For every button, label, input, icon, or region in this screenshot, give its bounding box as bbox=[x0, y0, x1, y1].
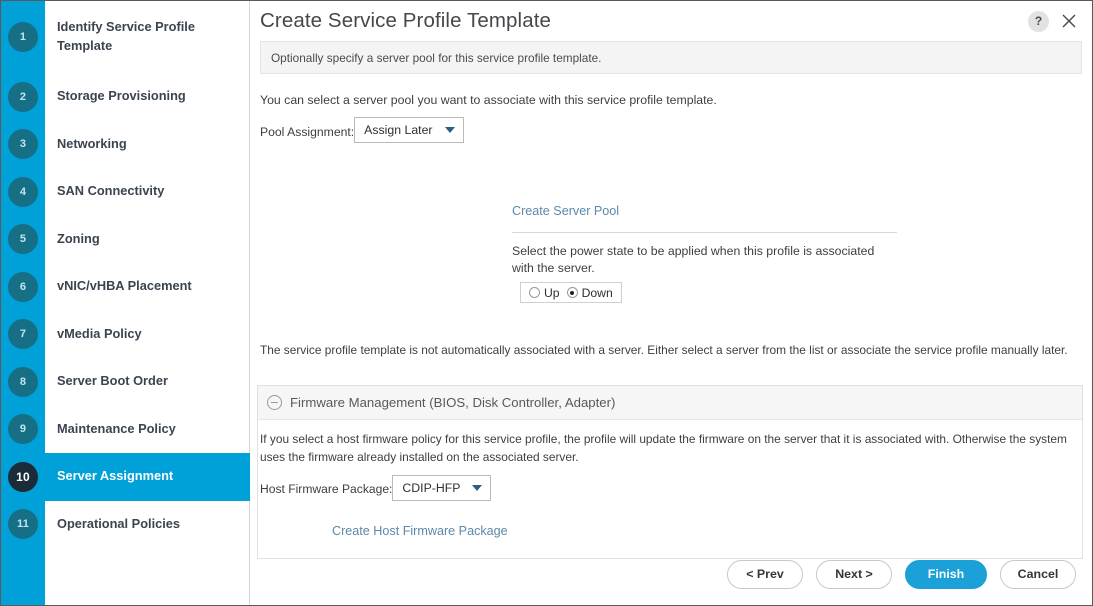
circle-minus-icon[interactable] bbox=[267, 395, 282, 410]
pool-assignment-row: Pool Assignment: Assign Later bbox=[260, 117, 1082, 143]
sidebar-item-label: SAN Connectivity bbox=[57, 183, 165, 199]
power-state-option-down[interactable]: Down bbox=[566, 285, 613, 300]
dialog-main: Create Service Profile Template ? Option… bbox=[250, 1, 1092, 605]
create-host-firmware-package-wrap: Create Host Firmware Package bbox=[260, 522, 1082, 540]
power-state-radio-group: Up Down bbox=[520, 282, 622, 304]
step-number-badge: 11 bbox=[8, 509, 38, 540]
pool-assignment-select[interactable]: Assign Later bbox=[354, 117, 464, 143]
finish-button[interactable]: Finish bbox=[905, 559, 987, 589]
sidebar-item-label: Storage Provisioning bbox=[57, 88, 186, 104]
wizard-sidebar: 1 Identify Service Profile Template 2 St… bbox=[1, 1, 250, 605]
host-firmware-package-value: CDIP-HFP bbox=[402, 481, 461, 496]
cancel-button[interactable]: Cancel bbox=[1000, 559, 1076, 589]
wizard-step-list: 1 Identify Service Profile Template 2 St… bbox=[1, 1, 250, 548]
step-number-badge: 10 bbox=[8, 461, 38, 492]
sidebar-item-label: Identify Service Profile Template bbox=[57, 19, 195, 53]
sidebar-item-server-boot-order[interactable]: 8 Server Boot Order bbox=[1, 358, 250, 406]
divider bbox=[512, 232, 897, 233]
host-firmware-package-select[interactable]: CDIP-HFP bbox=[392, 475, 492, 502]
server-pool-side-panel: Create Server Pool Select the power stat… bbox=[512, 202, 897, 304]
power-state-option-label: Down bbox=[581, 285, 613, 300]
step-number-badge: 4 bbox=[8, 176, 38, 207]
step-number-badge: 3 bbox=[8, 129, 38, 160]
sidebar-item-vmedia-policy[interactable]: 7 vMedia Policy bbox=[1, 311, 250, 359]
pool-assignment-value: Assign Later bbox=[364, 123, 433, 137]
sidebar-item-vnic-vhba-placement[interactable]: 6 vNIC/vHBA Placement bbox=[1, 263, 250, 311]
prev-button[interactable]: < Prev bbox=[727, 559, 803, 589]
firmware-management-body: If you select a host firmware policy for… bbox=[258, 420, 1082, 558]
sidebar-item-identify-service-profile-template[interactable]: 1 Identify Service Profile Template bbox=[1, 1, 250, 73]
sidebar-item-server-assignment[interactable]: 10 Server Assignment bbox=[1, 453, 250, 501]
sidebar-item-networking[interactable]: 3 Networking bbox=[1, 121, 250, 169]
close-icon[interactable] bbox=[1058, 10, 1080, 32]
step-number-badge: 9 bbox=[8, 414, 38, 445]
dialog-footer: < Prev Next > Finish Cancel bbox=[250, 543, 1092, 605]
page-title: Create Service Profile Template bbox=[260, 9, 551, 32]
association-note-text: The service profile template is not auto… bbox=[260, 343, 1068, 357]
step-number-badge: 2 bbox=[8, 81, 38, 112]
pool-assignment-label: Pool Assignment: bbox=[260, 125, 355, 139]
sidebar-item-label: vMedia Policy bbox=[57, 325, 142, 341]
dialog-subtitle-bar: Optionally specify a server pool for thi… bbox=[260, 41, 1082, 74]
power-state-option-up[interactable]: Up bbox=[529, 286, 560, 300]
sidebar-item-storage-provisioning[interactable]: 2 Storage Provisioning bbox=[1, 73, 250, 121]
intro-text: You can select a server pool you want to… bbox=[260, 93, 717, 107]
sidebar-item-label: vNIC/vHBA Placement bbox=[57, 278, 192, 294]
step-number-badge: 8 bbox=[8, 366, 38, 397]
step-number-badge: 1 bbox=[8, 22, 38, 52]
sidebar-item-label: Networking bbox=[57, 135, 127, 151]
step-number-badge: 7 bbox=[8, 319, 38, 350]
radio-selected-icon bbox=[566, 287, 578, 299]
power-state-description: Select the power state to be applied whe… bbox=[512, 244, 875, 275]
dialog-titlebar: Create Service Profile Template ? bbox=[250, 1, 1092, 41]
sidebar-item-maintenance-policy[interactable]: 9 Maintenance Policy bbox=[1, 406, 250, 454]
create-host-firmware-package-link[interactable]: Create Host Firmware Package bbox=[332, 524, 508, 538]
sidebar-item-label: Zoning bbox=[57, 230, 100, 246]
firmware-description: If you select a host firmware policy for… bbox=[260, 432, 1067, 464]
chevron-down-icon bbox=[472, 485, 483, 492]
sidebar-item-operational-policies[interactable]: 11 Operational Policies bbox=[1, 501, 250, 549]
sidebar-item-san-connectivity[interactable]: 4 SAN Connectivity bbox=[1, 168, 250, 216]
host-firmware-package-label: Host Firmware Package: bbox=[260, 482, 393, 497]
sidebar-item-label: Operational Policies bbox=[57, 515, 181, 531]
create-service-profile-template-dialog: 1 Identify Service Profile Template 2 St… bbox=[0, 0, 1093, 606]
firmware-management-title: Firmware Management (BIOS, Disk Controll… bbox=[290, 395, 616, 410]
sidebar-item-label: Maintenance Policy bbox=[57, 420, 176, 436]
firmware-management-panel: Firmware Management (BIOS, Disk Controll… bbox=[257, 385, 1083, 560]
step-number-badge: 5 bbox=[8, 224, 38, 255]
sidebar-item-label: Server Assignment bbox=[57, 468, 174, 484]
step-number-badge: 6 bbox=[8, 271, 38, 302]
help-icon[interactable]: ? bbox=[1028, 10, 1049, 32]
dialog-subtitle: Optionally specify a server pool for thi… bbox=[271, 50, 602, 65]
power-state-option-label: Up bbox=[544, 285, 560, 300]
create-server-pool-link[interactable]: Create Server Pool bbox=[512, 204, 619, 218]
dialog-content: You can select a server pool you want to… bbox=[250, 74, 1092, 560]
firmware-management-header[interactable]: Firmware Management (BIOS, Disk Controll… bbox=[258, 386, 1082, 420]
radio-icon bbox=[529, 287, 540, 299]
sidebar-item-label: Server Boot Order bbox=[57, 373, 168, 389]
sidebar-item-zoning[interactable]: 5 Zoning bbox=[1, 216, 250, 264]
chevron-down-icon bbox=[444, 127, 455, 133]
titlebar-actions: ? bbox=[1028, 10, 1080, 32]
next-button[interactable]: Next > bbox=[816, 559, 892, 589]
host-firmware-package-row: Host Firmware Package: CDIP-HFP bbox=[260, 475, 1082, 502]
